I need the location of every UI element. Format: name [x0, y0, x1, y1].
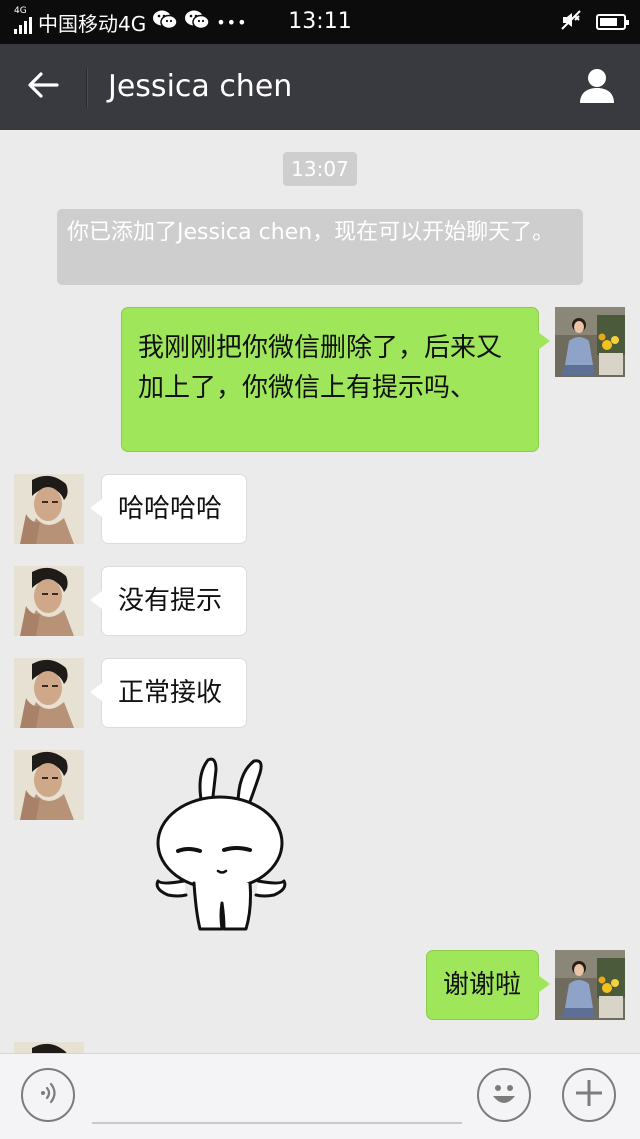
my-avatar[interactable] — [555, 950, 625, 1020]
message-input[interactable] — [92, 1070, 466, 1122]
voice-icon — [35, 1080, 61, 1110]
chat-title: Jessica chen — [108, 69, 293, 104]
emoji-icon — [484, 1073, 524, 1117]
message-text: 没有提示 — [118, 586, 223, 616]
contact-avatar[interactable] — [14, 566, 84, 636]
message-text: 正常接收 — [118, 678, 223, 708]
outgoing-message[interactable]: 我刚刚把你微信删除了，后来又加上了，你微信上有提示吗、 — [121, 307, 550, 452]
message-input-underline — [92, 1122, 462, 1124]
contact-avatar[interactable] — [14, 474, 84, 544]
back-arrow-icon — [27, 71, 59, 103]
message-text: 哈哈哈哈 — [118, 494, 223, 524]
contact-avatar[interactable] — [14, 1042, 84, 1053]
incoming-message[interactable]: 没有提示 — [90, 566, 247, 636]
voice-button[interactable] — [21, 1068, 75, 1122]
message-text: 我刚刚把你微信删除了，后来又加上了，你微信上有提示吗、 — [138, 333, 503, 403]
outgoing-message[interactable]: 谢谢啦 — [426, 950, 550, 1020]
incoming-message[interactable]: 哈哈哈哈 — [90, 474, 247, 544]
person-icon — [578, 66, 616, 108]
rabbit-shrug-sticker[interactable] — [150, 755, 290, 933]
emoji-button[interactable] — [477, 1068, 531, 1122]
status-bar: 4G 中国移动4G ••• 13:11 — [0, 0, 640, 44]
chat-title-bar: Jessica chen — [0, 44, 640, 130]
contact-info-button[interactable] — [572, 62, 622, 112]
contact-avatar[interactable] — [14, 750, 84, 820]
incoming-message[interactable]: 正常接收 — [90, 658, 247, 728]
my-avatar[interactable] — [555, 307, 625, 377]
message-timestamp: 13:07 — [283, 152, 357, 186]
message-text: 谢谢啦 — [443, 970, 522, 1000]
plus-button[interactable] — [562, 1068, 616, 1122]
title-divider — [86, 68, 88, 108]
mute-icon — [560, 9, 582, 35]
battery-icon — [596, 14, 629, 30]
status-time: 13:11 — [288, 9, 352, 34]
back-button[interactable] — [18, 62, 68, 112]
plus-icon — [573, 1077, 605, 1113]
system-message: 你已添加了Jessica chen，现在可以开始聊天了。 — [57, 209, 583, 285]
contact-avatar[interactable] — [14, 658, 84, 728]
